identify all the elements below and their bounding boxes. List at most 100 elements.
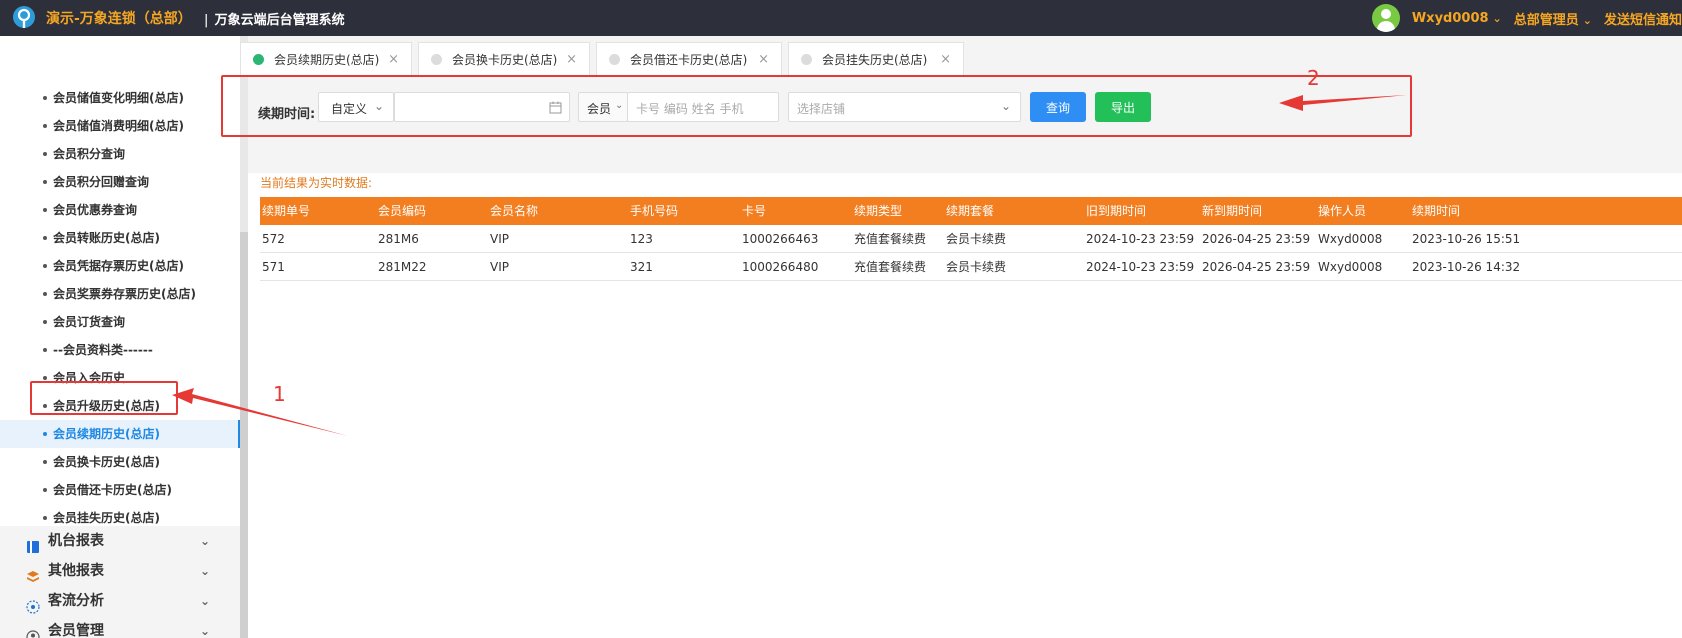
cloud-logo-icon [10,4,38,32]
sidebar-item-label: 会员转账历史(总店) [53,231,160,245]
table-cell: 2023-10-26 14:32 [1412,260,1521,274]
status-dot-icon [253,54,264,65]
bullet-icon [43,376,47,380]
column-header[interactable]: 续期单号 [262,197,310,225]
sidebar: 会员储值变化明细(总店) 会员储值消费明细(总店) 会员积分查询 会员积分回赠查询 会员… [0,36,240,638]
table-cell: 2026-04-25 23:59 [1202,260,1311,274]
bullet-icon [43,96,47,100]
brand-name: 演示-万象连锁（总部） [46,11,192,27]
table-cell: 会员卡续费 [946,232,1007,246]
sidebar-group[interactable]: 会员管理 ⌄ [0,616,240,638]
sidebar-item[interactable]: 会员借还卡历史(总店) [0,476,240,504]
sidebar-item[interactable]: 会员换卡历史(总店) [0,448,240,476]
user-menu[interactable]: Wxyd0008 ⌄ [1412,11,1502,26]
arrow-2-icon [1279,95,1407,111]
annotation-1: 1 [273,382,286,406]
sidebar-item-label: 会员储值消费明细(总店) [53,119,184,133]
close-icon[interactable]: × [388,52,399,67]
bullet-icon [43,180,47,184]
table-cell: 充值套餐续费 [854,260,927,274]
realtime-note: 当前结果为实时数据: [260,176,373,190]
tab-label: 会员换卡历史(总店) [452,53,558,67]
tab-label: 会员挂失历史(总店) [822,53,928,67]
table-cell: VIP [490,260,509,274]
book-icon [26,535,40,553]
sidebar-item-label: 会员借还卡历史(总店) [53,483,172,497]
notify-link[interactable]: 发送短信通知 [1604,9,1682,28]
sidebar-item[interactable]: 会员订货查询 [0,308,240,336]
sidebar-item-label: --会员资料类------ [53,343,153,357]
column-header[interactable]: 手机号码 [630,197,678,225]
column-header[interactable]: 卡号 [742,197,766,225]
sidebar-item-label: 会员积分查询 [53,147,126,161]
target-icon [26,595,40,614]
sidebar-item[interactable]: --会员资料类------ [0,336,240,364]
sidebar-item[interactable]: 会员储值消费明细(总店) [0,112,240,140]
layers-icon [26,565,40,582]
sidebar-item-label: 会员挂失历史(总店) [53,511,160,525]
column-header[interactable]: 续期类型 [854,197,902,225]
sidebar-group[interactable]: 其他报表 ⌄ [0,556,240,587]
sidebar-group[interactable]: 客流分析 ⌄ [0,586,240,617]
highlight-box-filter [221,75,1412,137]
tab[interactable]: 会员借还卡历史(总店) × [596,42,782,76]
bullet-icon [43,320,47,324]
chevron-down-icon: ⌄ [200,564,211,578]
table-row[interactable]: 571 281M22 VIP 321 1000266480 充值套餐续费 会员卡续费 2024… [260,253,1682,281]
tab-label: 会员续期历史(总店) [274,53,380,67]
sidebar-group-label: 客流分析 [48,593,104,609]
system-name: | 万象云端后台管理系统 [203,12,345,28]
sidebar-item[interactable]: 会员积分查询 [0,140,240,168]
arrow-1-icon [172,388,348,436]
table-cell: 充值套餐续费 [854,232,927,246]
close-icon[interactable]: × [566,52,577,67]
sidebar-item[interactable]: 会员凭据存票历史(总店) [0,252,240,280]
column-header[interactable]: 操作人员 [1318,197,1366,225]
highlight-box-sidebar [30,381,178,415]
sidebar-item-label: 会员积分回赠查询 [53,175,150,189]
sidebar-item-label: 会员订货查询 [53,315,126,329]
column-header[interactable]: 新到期时间 [1202,197,1262,225]
column-header[interactable]: 旧到期时间 [1086,197,1146,225]
sidebar-item[interactable]: 会员优惠券查询 [0,196,240,224]
sidebar-item[interactable]: 会员转账历史(总店) [0,224,240,252]
main-content: 会员续期历史(总店) × 会员换卡历史(总店) × 会员借还卡历史(总店) × 会员挂失历史… [221,36,1682,638]
chevron-down-icon: ⌄ [1582,13,1592,27]
sidebar-item-label: 会员储值变化明细(总店) [53,91,184,105]
tab[interactable]: 会员换卡历史(总店) × [418,42,590,76]
sidebar-group-label: 会员管理 [48,623,104,638]
close-icon[interactable]: × [940,52,951,67]
column-header[interactable]: 续期时间 [1412,197,1460,225]
sidebar-group[interactable]: 机台报表 ⌄ [0,526,240,557]
column-header[interactable]: 续期套餐 [946,197,994,225]
tab[interactable]: 会员续期历史(总店) × [240,42,412,76]
annotation-2: 2 [1307,66,1320,90]
table-cell: 123 [630,232,653,246]
sidebar-group-label: 机台报表 [48,533,104,549]
table-cell: 281M6 [378,232,419,246]
sidebar-item[interactable]: 会员积分回赠查询 [0,168,240,196]
avatar[interactable] [1371,4,1400,32]
status-dot-icon [609,54,620,65]
sidebar-item-label: 会员奖票券存票历史(总店) [53,287,196,301]
column-header[interactable]: 会员名称 [490,197,538,225]
table-cell: Wxyd0008 [1318,232,1383,246]
close-icon[interactable]: × [758,52,769,67]
table-cell: 281M22 [378,260,427,274]
chevron-down-icon: ⌄ [200,534,211,548]
table-cell: 2026-04-25 23:59 [1202,232,1311,246]
bullet-icon [43,348,47,352]
column-header[interactable]: 会员编码 [378,197,426,225]
table-header: 续期单号 会员编码 会员名称 手机号码 卡号 续期类型 续期套餐 旧到期时间 新到期时间 操作人员… [260,197,1682,225]
tab-bar: 会员续期历史(总店) × 会员换卡历史(总店) × 会员借还卡历史(总店) × 会员挂失历史… [240,36,1682,78]
tab[interactable]: 会员挂失历史(总店) × [788,42,964,76]
table-cell: 572 [262,232,285,246]
table-row[interactable]: 572 281M6 VIP 123 1000266463 充值套餐续费 会员卡续费 2024-… [260,225,1682,253]
bullet-icon [43,152,47,156]
sidebar-item[interactable]: 会员奖票券存票历史(总店) [0,280,240,308]
role-menu[interactable]: 总部管理员 ⌄ [1514,9,1592,28]
bullet-icon [43,292,47,296]
user-icon [26,625,40,638]
sidebar-item[interactable]: 会员储值变化明细(总店) [0,84,240,112]
table-cell: 1000266463 [742,232,819,246]
